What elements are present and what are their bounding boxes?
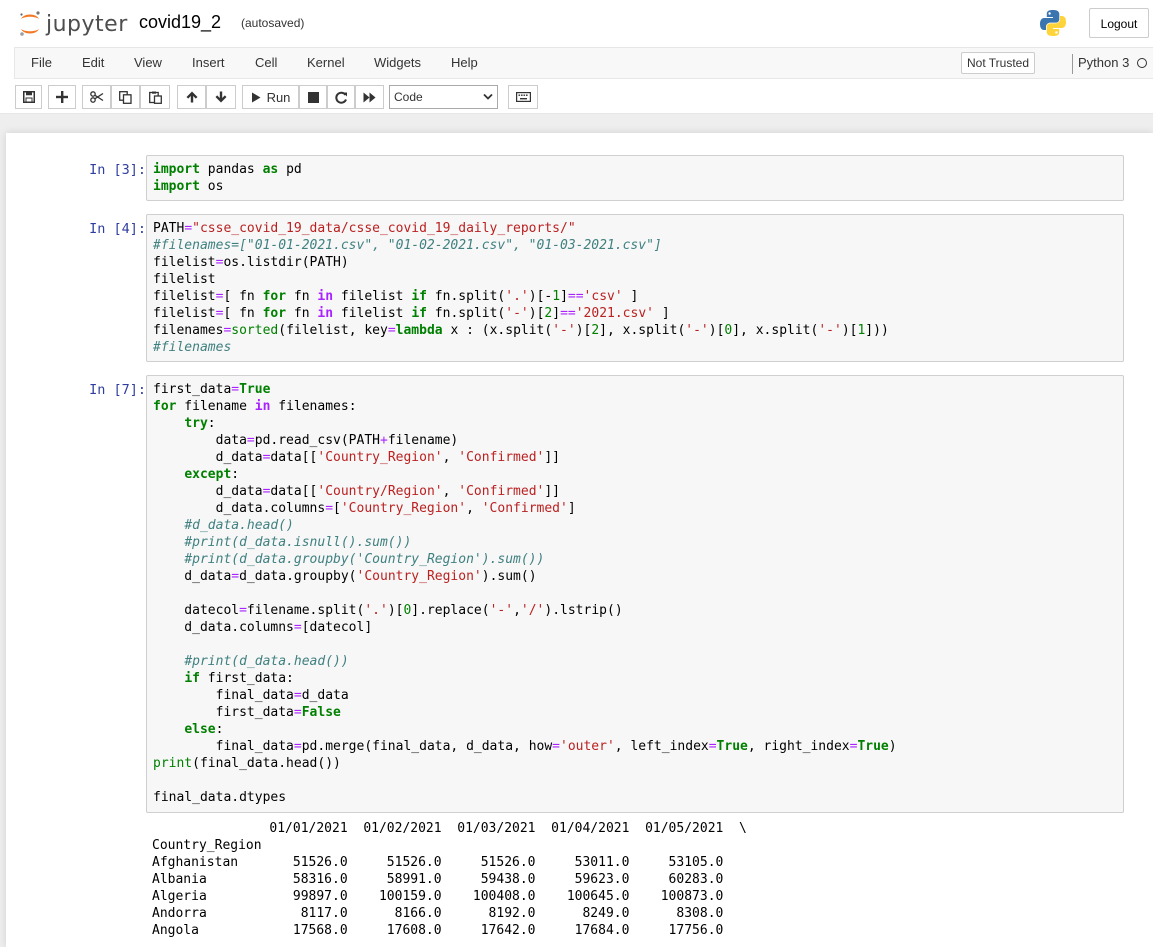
command-palette-button[interactable] bbox=[508, 85, 538, 109]
save-button[interactable] bbox=[15, 85, 42, 109]
cell-output: 01/01/2021 01/02/2021 01/03/2021 01/04/2… bbox=[146, 820, 1124, 939]
menu-view[interactable]: View bbox=[134, 55, 162, 70]
code-editor[interactable]: first_data=True for filename in filename… bbox=[147, 376, 1123, 811]
arrow-up-icon bbox=[186, 91, 197, 103]
menu-help[interactable]: Help bbox=[451, 55, 478, 70]
logout-button[interactable]: Logout bbox=[1089, 8, 1149, 38]
menu-cell[interactable]: Cell bbox=[255, 55, 277, 70]
play-icon bbox=[251, 92, 261, 102]
restart-run-all-button[interactable] bbox=[355, 85, 384, 109]
notebook-container: In [3]: import pandas as pd import os In… bbox=[6, 133, 1153, 947]
kernel-idle-icon bbox=[1137, 58, 1147, 68]
keyboard-icon bbox=[515, 92, 531, 102]
code-editor[interactable]: import pandas as pd import os bbox=[147, 156, 1123, 200]
kernel-separator bbox=[1072, 54, 1073, 74]
floppy-icon bbox=[22, 91, 35, 103]
restart-button[interactable] bbox=[327, 85, 355, 109]
paste-icon bbox=[148, 91, 162, 104]
cell-prompt: In [7]: bbox=[89, 382, 146, 398]
logo-text: jupyter bbox=[46, 11, 128, 37]
run-label: Run bbox=[266, 89, 291, 105]
stop-icon bbox=[307, 91, 319, 103]
paste-button[interactable] bbox=[140, 85, 170, 109]
output-text: 01/01/2021 01/02/2021 01/03/2021 01/04/2… bbox=[152, 821, 747, 938]
code-cell-input[interactable]: PATH="csse_covid_19_data/csse_covid_19_d… bbox=[146, 214, 1124, 362]
code-editor[interactable]: PATH="csse_covid_19_data/csse_covid_19_d… bbox=[147, 215, 1123, 361]
arrow-down-icon bbox=[215, 91, 227, 103]
notebook-name[interactable]: covid19_2 bbox=[139, 12, 221, 33]
cell-type-value: Code bbox=[394, 90, 423, 104]
run-button[interactable]: Run bbox=[242, 85, 299, 109]
autosave-status: (autosaved) bbox=[241, 16, 305, 30]
scissors-icon bbox=[89, 91, 103, 103]
menubar: File Edit View Insert Cell Kernel Widget… bbox=[14, 47, 1153, 79]
jupyter-logo[interactable]: jupyter bbox=[18, 8, 128, 40]
cell-type-select[interactable]: Code bbox=[389, 85, 498, 109]
not-trusted-button[interactable]: Not Trusted bbox=[961, 52, 1036, 74]
python-logo-icon bbox=[1038, 8, 1068, 43]
plus-icon bbox=[56, 91, 68, 103]
copy-icon bbox=[119, 90, 132, 104]
code-cell-input[interactable]: first_data=True for filename in filename… bbox=[146, 375, 1124, 813]
insert-cell-button[interactable] bbox=[48, 85, 76, 109]
menu-insert[interactable]: Insert bbox=[192, 55, 225, 70]
cell-prompt: In [3]: bbox=[89, 162, 146, 178]
interrupt-button[interactable] bbox=[299, 85, 327, 109]
cut-button[interactable] bbox=[82, 85, 111, 109]
code-cell-input[interactable]: import pandas as pd import os bbox=[146, 155, 1124, 201]
jupyter-logo-icon bbox=[20, 11, 40, 36]
copy-button[interactable] bbox=[111, 85, 140, 109]
chevron-down-icon bbox=[483, 93, 493, 100]
move-down-button[interactable] bbox=[206, 85, 236, 109]
menu-kernel[interactable]: Kernel bbox=[307, 55, 345, 70]
menu-edit[interactable]: Edit bbox=[82, 55, 104, 70]
refresh-icon bbox=[334, 91, 347, 104]
menu-file[interactable]: File bbox=[31, 55, 52, 70]
kernel-name[interactable]: Python 3 bbox=[1078, 55, 1129, 70]
move-up-button[interactable] bbox=[177, 85, 206, 109]
fast-forward-icon bbox=[363, 92, 376, 102]
header: jupyter covid19_2 (autosaved) Logout Fil… bbox=[0, 0, 1153, 114]
menu-widgets[interactable]: Widgets bbox=[374, 55, 421, 70]
cell-prompt: In [4]: bbox=[89, 221, 146, 237]
